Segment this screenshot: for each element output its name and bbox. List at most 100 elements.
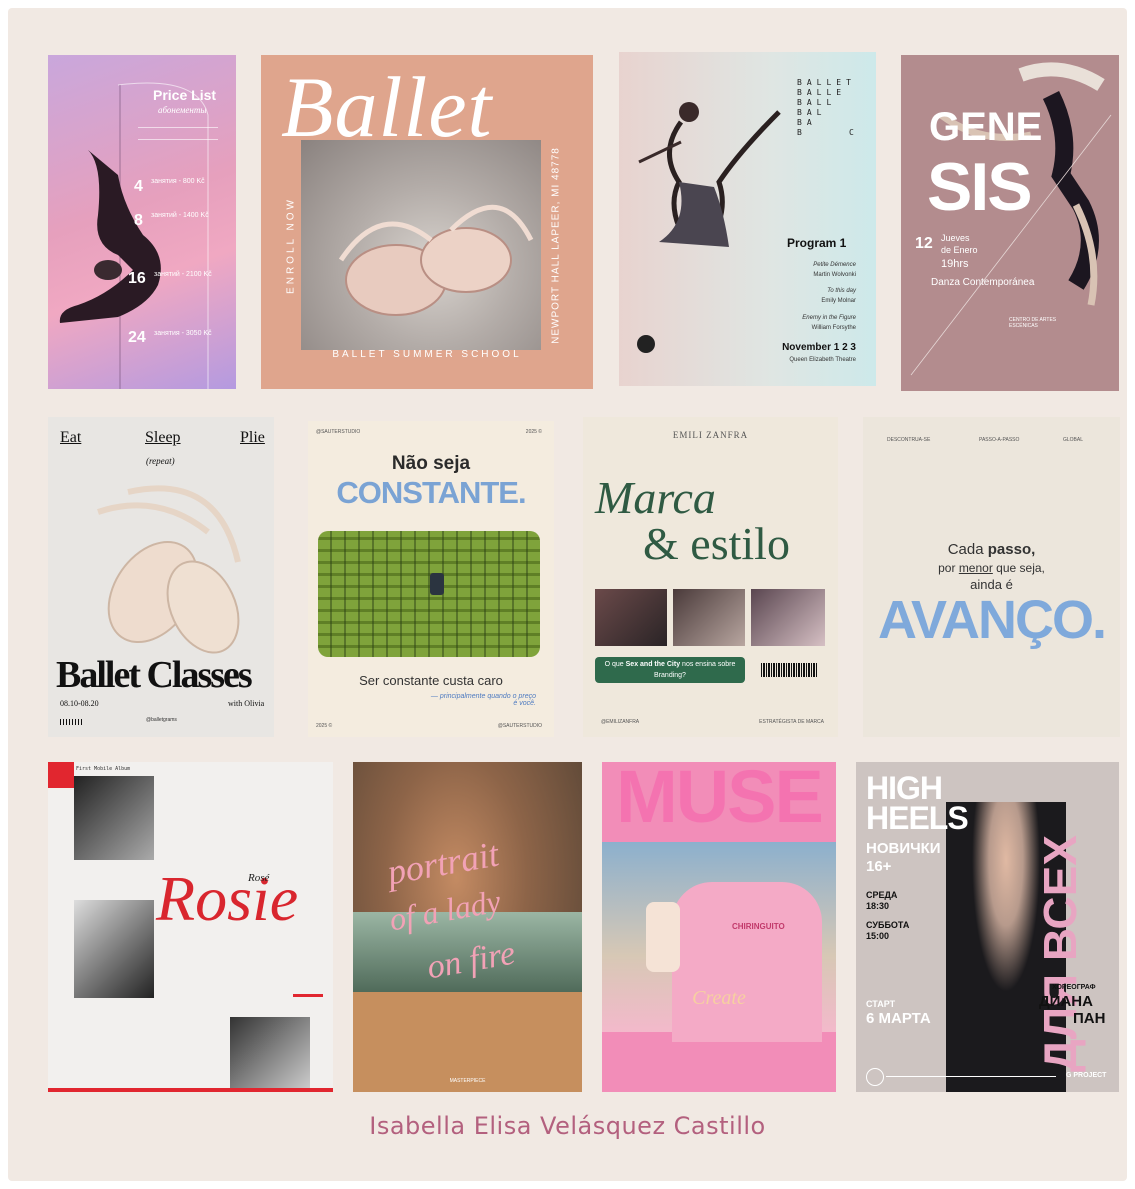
- poster-constante: @SAUTERSTUDIO 2025 © Não seja CONSTANTE.…: [308, 421, 554, 737]
- photo-thumb: [595, 589, 667, 646]
- bw-photo: [74, 776, 154, 860]
- shoulder-area: [353, 992, 582, 1092]
- brand-name: EMILI ZANFRA: [672, 430, 749, 440]
- muse-title: MUSE: [616, 762, 824, 838]
- bw-photo: [74, 900, 154, 998]
- logo-icon: [637, 335, 655, 353]
- program-piece: Petite Démence: [813, 262, 856, 268]
- hh-line2: HEELS: [866, 800, 969, 836]
- divider: [886, 1076, 1056, 1077]
- program-choreographer: William Forsythe: [811, 325, 856, 331]
- price-list-subtitle: абонементы: [158, 105, 207, 115]
- plie-label: Plie: [240, 429, 265, 446]
- logo-icon: [866, 1068, 884, 1086]
- handle: @EMILIZANFRA: [601, 719, 640, 725]
- muse-script: Create: [692, 987, 746, 1009]
- tier-price: занятий - 2100 Kč: [154, 271, 212, 278]
- genesis-time: 19hrs: [941, 258, 969, 270]
- rosie-title: Rosie: [156, 863, 299, 934]
- stadium-seats-photo: [318, 531, 540, 657]
- hh-brand: G PROJECT: [1066, 1072, 1107, 1079]
- summer-school-label: BALLET SUMMER SCHOOL: [332, 349, 522, 360]
- hh-start-date: 6 МАРТА: [866, 1010, 931, 1027]
- avanco-line1: Cada passo,: [947, 541, 1036, 558]
- program-piece: Enemy in the Figure: [802, 315, 856, 321]
- enroll-now: ENROLL NOW: [285, 197, 297, 294]
- tier-price: занятия - 800 Kč: [151, 178, 205, 185]
- class-instructor: with Olivia: [228, 699, 265, 708]
- poster-ballet-summer-school: Ballet ENROLL NOW NEWPORT HALL LAPEER, M…: [261, 55, 593, 389]
- album-label: First Mobile Album: [76, 766, 131, 772]
- poster-high-heels: ДЛЯ ВСЕХ HIGH HEELS НОВИЧКИ 16+ СРЕДА 18…: [856, 762, 1119, 1092]
- poster-marca-estilo: EMILI ZANFRA Marca & estilo O que Sex an…: [583, 417, 838, 737]
- hh-day1: СРЕДА: [866, 890, 898, 900]
- rosie-small: Rosé: [248, 872, 270, 884]
- top-label: GLOBAL: [1063, 437, 1084, 443]
- genesis-line1: GENE: [929, 105, 1043, 149]
- studio-credit: MASTERPIECE: [449, 1078, 486, 1084]
- bw-photo: [230, 1017, 310, 1089]
- photo-thumb: [751, 589, 825, 646]
- hh-time1: 18:30: [866, 901, 890, 911]
- constante-pre: Não seja: [391, 453, 471, 474]
- repeat-label: (repeat): [146, 456, 175, 466]
- cta-banner: O que Sex and the City nos ensina sobre …: [595, 657, 745, 683]
- author-credit: Isabella Elisa Velásquez Castillo: [369, 1112, 766, 1140]
- hh-novice: НОВИЧКИ: [866, 840, 941, 857]
- genesis-date2: de Enero: [941, 245, 978, 255]
- program-piece: To this day: [827, 288, 856, 294]
- program-date: November 1 2 3: [782, 342, 856, 353]
- red-bar: [48, 1088, 333, 1092]
- top-label: DESCONTRUA-SE: [887, 437, 931, 443]
- genesis-line2: SIS: [927, 149, 1033, 225]
- divider: [138, 139, 218, 140]
- ballet-title: Ballet: [281, 59, 493, 155]
- sleep-label: Sleep: [145, 429, 181, 446]
- hh-start-label: СТАРТ: [866, 999, 896, 1009]
- poster-rosie: First Mobile Album Rosie Rosé: [48, 762, 333, 1092]
- vertical-title: ДЛЯ ВСЕХ: [1034, 835, 1086, 1072]
- year: 2025 ©: [525, 429, 542, 435]
- red-block: [48, 762, 74, 788]
- bottle: [646, 902, 680, 972]
- constante-caption: Ser constante custa caro: [359, 673, 503, 688]
- hh-role: ХОРЕОГРАФ: [1052, 984, 1096, 991]
- pointe-shoes-photo: [301, 140, 541, 350]
- tier-count: 4: [134, 178, 143, 195]
- class-dates: 08.10-08.20: [60, 699, 99, 708]
- poster-portrait-lady: portrait of a lady on fire MASTERPIECE: [353, 762, 582, 1092]
- poster-muse: MUSE CHIRINGUITO Create: [602, 762, 836, 1092]
- barcode-icon: [60, 719, 82, 725]
- ballet-classes-title: Ballet Classes: [56, 654, 253, 696]
- price-list-title: Price List: [153, 87, 217, 103]
- hh-name2: ПАН: [1073, 1010, 1106, 1027]
- hh-name1: ДИАНА: [1039, 993, 1093, 1010]
- poster-program: BALLET BALLE BALL BAL BA B C Program 1 P…: [619, 52, 876, 386]
- red-accent: [293, 994, 323, 997]
- tier-count: 24: [128, 329, 146, 346]
- handle: @SAUTERSTUDIO: [497, 723, 542, 729]
- tier-count: 8: [134, 212, 143, 229]
- handle: @SAUTERSTUDIO: [316, 429, 361, 435]
- avanco-headline: AVANÇO.: [878, 590, 1107, 650]
- barcode-icon: [761, 663, 817, 677]
- program-title: Program 1: [787, 236, 847, 250]
- shirt-text: CHIRINGUITO: [732, 922, 785, 931]
- constante-script: — principalmente quando o preço é você.: [430, 693, 536, 707]
- hh-age: 16+: [866, 858, 892, 875]
- eat-label: Eat: [60, 429, 82, 446]
- program-venue: Queen Elizabeth Theatre: [789, 357, 856, 363]
- genesis-center: CENTRO DE ARTES ESCÉNICAS: [1009, 317, 1057, 329]
- marca-line2: & estilo: [643, 518, 790, 569]
- moodboard: Price List абонементы 4 занятия - 800 Kč…: [8, 8, 1127, 1181]
- poster-price-list: Price List абонементы 4 занятия - 800 Kč…: [48, 55, 236, 389]
- address-vertical: NEWPORT HALL LAPEER, MI 48778: [550, 147, 562, 344]
- stack-c: C: [849, 128, 854, 137]
- poster-genesis: GENE SIS 12 Jueves de Enero 19hrs Danza …: [901, 55, 1119, 391]
- handle: @balletgrams: [146, 717, 177, 723]
- hh-time2: 15:00: [866, 931, 890, 941]
- avanco-line2: por menor que seja,: [938, 561, 1045, 575]
- role: ESTRATÉGISTA DE MARCA: [759, 719, 824, 725]
- genesis-genre: Danza Contemporánea: [931, 277, 1035, 288]
- genesis-date1: Jueves: [941, 233, 970, 243]
